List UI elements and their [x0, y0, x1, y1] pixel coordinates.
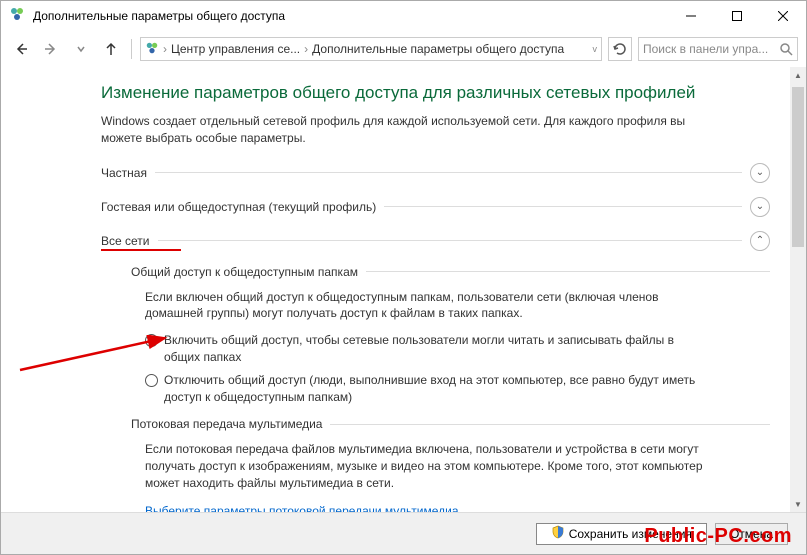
group-media-streaming: Потоковая передача мультимедиа Если пото…: [131, 417, 770, 512]
search-input[interactable]: Поиск в панели упра...: [638, 37, 798, 61]
address-bar[interactable]: › Центр управления се... › Дополнительны…: [140, 37, 602, 61]
address-icon: [145, 41, 159, 58]
section-label: Гостевая или общедоступная (текущий проф…: [101, 200, 376, 214]
radio-disable-sharing[interactable]: Отключить общий доступ (люди, выполнивши…: [145, 372, 705, 406]
radio-label: Отключить общий доступ (люди, выполнивши…: [164, 372, 705, 406]
group-title: Общий доступ к общедоступным папкам: [131, 265, 358, 279]
section-label: Частная: [101, 166, 147, 180]
refresh-button[interactable]: [608, 37, 632, 61]
divider: [384, 206, 742, 207]
group-description: Если включен общий доступ к общедоступны…: [145, 289, 705, 323]
separator: [131, 39, 132, 59]
section-label: Все сети: [101, 234, 150, 248]
content-area: Изменение параметров общего доступа для …: [1, 67, 790, 512]
divider: [366, 271, 770, 272]
section-all-networks[interactable]: Все сети ⌃: [101, 231, 770, 251]
page-description: Windows создает отдельный сетевой профил…: [101, 113, 721, 147]
media-options-link[interactable]: Выберите параметры потоковой передачи му…: [145, 504, 469, 512]
search-placeholder: Поиск в панели упра...: [643, 42, 780, 56]
group-public-folder-sharing: Общий доступ к общедоступным папкам Если…: [131, 265, 770, 406]
titlebar: Дополнительные параметры общего доступа: [1, 1, 806, 31]
scroll-up-icon[interactable]: ▲: [790, 67, 806, 83]
watermark: Public-PC.com: [644, 525, 792, 548]
chevron-down-icon[interactable]: ⌄: [750, 197, 770, 217]
radio-enable-sharing[interactable]: Включить общий доступ, чтобы сетевые пол…: [145, 332, 705, 366]
window-title: Дополнительные параметры общего доступа: [33, 9, 668, 23]
close-button[interactable]: [760, 1, 806, 31]
chevron-down-icon[interactable]: ⌄: [750, 163, 770, 183]
vertical-scrollbar[interactable]: ▲ ▼: [790, 67, 806, 512]
divider: [155, 172, 742, 173]
scroll-down-icon[interactable]: ▼: [790, 496, 806, 512]
breadcrumb-item[interactable]: Дополнительные параметры общего доступа: [312, 42, 564, 56]
divider: [158, 240, 743, 241]
group-title: Потоковая передача мультимедиа: [131, 417, 322, 431]
page-heading: Изменение параметров общего доступа для …: [101, 83, 770, 103]
breadcrumb-item[interactable]: Центр управления се...: [171, 42, 300, 56]
chevron-right-icon: ›: [304, 42, 308, 56]
back-button[interactable]: [9, 37, 33, 61]
recent-dropdown[interactable]: [69, 37, 93, 61]
maximize-button[interactable]: [714, 1, 760, 31]
search-icon: [780, 43, 793, 56]
forward-button[interactable]: [39, 37, 63, 61]
radio-icon[interactable]: [145, 374, 158, 387]
chevron-up-icon[interactable]: ⌃: [750, 231, 770, 251]
section-private[interactable]: Частная ⌄: [101, 163, 770, 183]
radio-label: Включить общий доступ, чтобы сетевые пол…: [164, 332, 705, 366]
minimize-button[interactable]: [668, 1, 714, 31]
chevron-right-icon: ›: [163, 42, 167, 56]
app-icon: [9, 6, 25, 27]
scroll-thumb[interactable]: [792, 87, 804, 247]
shield-icon: [551, 525, 565, 542]
group-description: Если потоковая передача файлов мультимед…: [145, 441, 705, 491]
up-button[interactable]: [99, 37, 123, 61]
radio-icon[interactable]: [145, 334, 158, 347]
divider: [330, 424, 770, 425]
section-guest[interactable]: Гостевая или общедоступная (текущий проф…: [101, 197, 770, 217]
navbar: › Центр управления се... › Дополнительны…: [1, 31, 806, 67]
address-dropdown-icon[interactable]: v: [593, 44, 598, 54]
